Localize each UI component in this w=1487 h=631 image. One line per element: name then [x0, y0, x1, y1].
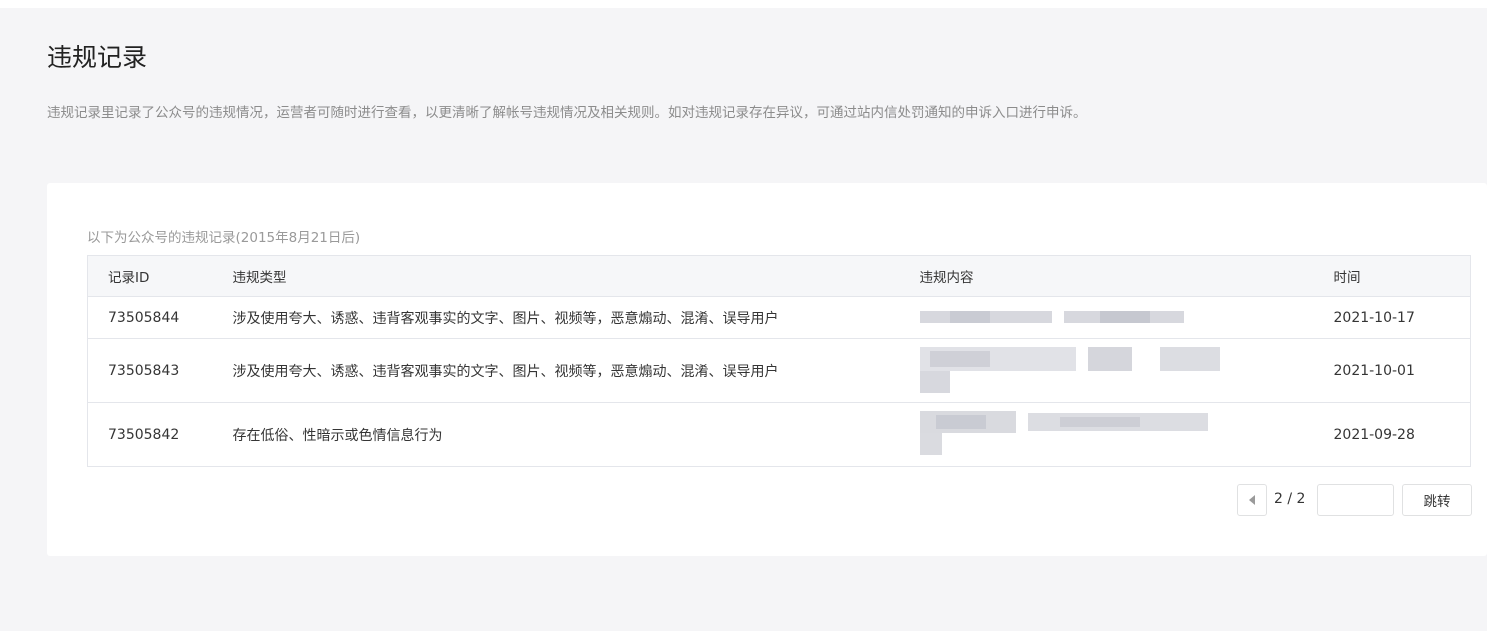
page-jump-input[interactable]: [1317, 484, 1394, 516]
violation-type: 存在低俗、性暗示或色情信息行为: [232, 402, 920, 467]
violation-type: 涉及使用夸大、诱惑、违背客观事实的文字、图片、视频等，恶意煽动、混淆、误导用户: [232, 296, 920, 339]
header-record-id: 记录ID: [87, 255, 233, 297]
violation-content-blurred: [919, 338, 1334, 403]
violation-time: 2021-09-28: [1333, 402, 1471, 467]
violation-time: 2021-10-17: [1333, 296, 1471, 339]
table-row: 73505843 涉及使用夸大、诱惑、违背客观事实的文字、图片、视频等，恶意煽动…: [87, 338, 1471, 403]
violation-records-card: 以下为公众号的违规记录(2015年8月21日后) 记录ID 违规类型 违规内容 …: [47, 183, 1487, 556]
page-title: 违规记录: [47, 43, 148, 72]
page-indicator: 2 / 2: [1274, 491, 1306, 507]
table-header-row: 记录ID 违规类型 违规内容 时间: [87, 255, 1471, 297]
jump-button[interactable]: 跳转: [1402, 484, 1472, 516]
violation-time: 2021-10-01: [1333, 338, 1471, 403]
record-id: 73505843: [87, 338, 233, 403]
violation-content-blurred: [919, 402, 1334, 467]
page-description: 违规记录里记录了公众号的违规情况，运营者可随时进行查看，以更清晰了解帐号违规情况…: [47, 105, 1087, 121]
header-violation-type: 违规类型: [232, 255, 920, 297]
top-bar: [0, 0, 1487, 8]
record-id: 73505842: [87, 402, 233, 467]
violation-type: 涉及使用夸大、诱惑、违背客观事实的文字、图片、视频等，恶意煽动、混淆、误导用户: [232, 338, 920, 403]
header-time: 时间: [1333, 255, 1471, 297]
record-id: 73505844: [87, 296, 233, 339]
table-caption: 以下为公众号的违规记录(2015年8月21日后): [87, 230, 361, 246]
table-row: 73505844 涉及使用夸大、诱惑、违背客观事实的文字、图片、视频等，恶意煽动…: [87, 296, 1471, 339]
table-row: 73505842 存在低俗、性暗示或色情信息行为 2021-09-28: [87, 402, 1471, 467]
violation-content-blurred: [919, 296, 1334, 339]
violation-table: 记录ID 违规类型 违规内容 时间 73505844 涉及使用夸大、诱惑、违背客…: [87, 255, 1471, 467]
header-violation-content: 违规内容: [919, 255, 1334, 297]
prev-page-button[interactable]: [1237, 484, 1267, 516]
caret-left-icon: [1249, 495, 1255, 505]
